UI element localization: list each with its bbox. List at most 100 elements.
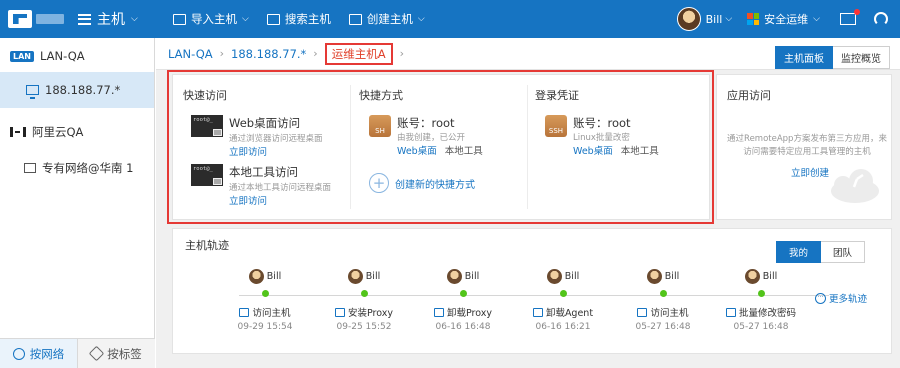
timeline-event[interactable]: Bill 批量修改密码 05-27 16:48 <box>721 269 801 332</box>
event-action: 访问主机 <box>650 308 689 319</box>
terminal-text: root@_ <box>193 166 213 172</box>
filter-mine[interactable]: 我的 <box>776 241 822 263</box>
event-action: 安装Proxy <box>347 308 394 319</box>
event-time: 05-27 16:48 <box>635 322 691 332</box>
network-icon <box>334 307 345 317</box>
aliyun-label: 阿里云QA <box>32 125 84 139</box>
app-logo[interactable] <box>0 0 68 38</box>
event-user: Bill <box>664 271 680 282</box>
chevron-down-icon: ⌵ <box>417 14 425 24</box>
create-shortcut-button[interactable]: + 创建新的快捷方式 <box>369 173 475 193</box>
shell-icon: SH <box>369 115 391 137</box>
globe-icon <box>12 347 25 360</box>
credential-web-desktop-link[interactable]: Web桌面 <box>573 143 613 157</box>
tree-node-lan-qa[interactable]: LAN LAN-QA <box>0 40 154 72</box>
quick-access-title: 快速访问 <box>183 89 227 102</box>
status-dot <box>459 290 467 297</box>
tab-host-panel[interactable]: 主机面板 <box>775 46 833 69</box>
timeline-event[interactable]: Bill 安装Proxy 09-25 15:52 <box>324 269 404 332</box>
shortcuts-title: 快捷方式 <box>359 89 403 102</box>
chevron-right-icon: › <box>313 47 318 60</box>
breadcrumb: LAN-QA › 188.188.77.* › 运维主机A › 主机面板 监控概… <box>156 38 900 70</box>
tab-by-network-label: 按网络 <box>29 346 65 361</box>
monitor-icon <box>239 307 250 317</box>
timeline-event[interactable]: Bill 访问主机 09-29 15:54 <box>225 269 305 332</box>
terminal-text: root@_ <box>193 117 213 123</box>
credential-local-tool-link[interactable]: 本地工具 <box>621 143 659 157</box>
main-menu-toggle[interactable]: 主机 ⌵ <box>78 9 138 29</box>
search-host-button[interactable]: 搜索主机 <box>266 11 331 27</box>
tab-by-network[interactable]: 按网络 <box>0 339 77 368</box>
ops-label: 安全运维 <box>764 13 809 26</box>
create-host-icon <box>348 13 362 25</box>
credentials-title: 登录凭证 <box>535 89 579 102</box>
status-dot <box>360 290 368 297</box>
monitor-icon <box>637 307 648 317</box>
web-desktop-access: root@_ Web桌面访问 通过浏览器访问远程桌面 立即访问 <box>191 115 323 158</box>
more-track-link[interactable]: ··· 更多轨迹 <box>815 291 867 305</box>
tree-node-host-selected[interactable]: 188.188.77.* <box>0 72 154 108</box>
home-icon <box>532 307 543 317</box>
tab-by-tag[interactable]: 按标签 <box>77 339 155 368</box>
main-content: LAN-QA › 188.188.77.* › 运维主机A › 主机面板 监控概… <box>156 38 900 368</box>
view-tabs: 主机面板 监控概览 <box>775 46 890 69</box>
search-host-icon <box>266 13 280 25</box>
create-shortcut-label: 创建新的快捷方式 <box>395 179 475 191</box>
breadcrumb-current[interactable]: 运维主机A <box>324 42 393 65</box>
divider <box>350 85 351 209</box>
chevron-right-icon: › <box>399 47 404 60</box>
credential-item: SSH 账号：root Linux批量改密 Web桌面 本地工具 <box>545 115 659 157</box>
tag-icon <box>88 345 105 362</box>
chevron-down-icon: ⌵ <box>813 14 820 24</box>
search-host-label: 搜索主机 <box>284 12 331 26</box>
shortcut-account: 账号：root <box>397 116 455 130</box>
lan-label: LAN-QA <box>39 49 85 63</box>
credential-account: 账号：root <box>573 116 631 130</box>
event-time: 09-25 15:52 <box>336 322 392 332</box>
event-time: 05-27 16:48 <box>733 322 789 332</box>
vpc-icon <box>24 163 36 173</box>
web-desktop-access-link[interactable]: 立即访问 <box>229 144 323 158</box>
shortcut-web-desktop-link[interactable]: Web桌面 <box>397 143 437 157</box>
track-title: 主机轨迹 <box>185 239 229 252</box>
credentials-section: 登录凭证 <box>535 87 579 103</box>
shortcut-local-tool-link[interactable]: 本地工具 <box>445 143 483 157</box>
track-filter: 我的 团队 <box>776 241 866 263</box>
host-track-panel: 主机轨迹 我的 团队 Bill 访问主机 09-29 15:54 Bill 安装… <box>172 228 892 354</box>
monitor-icon <box>213 178 222 185</box>
user-menu[interactable]: Bill ⌵ <box>706 13 733 26</box>
tree-node-vpc[interactable]: 专有网络@华南 1 <box>0 152 154 184</box>
mail-icon[interactable] <box>840 9 860 25</box>
user-avatar[interactable] <box>676 7 701 31</box>
status-dot <box>559 290 567 297</box>
headset-icon[interactable] <box>874 12 888 26</box>
ops-menu[interactable]: 安全运维 ⌵ <box>747 11 820 27</box>
create-host-label: 创建主机 <box>366 12 413 26</box>
event-user: Bill <box>762 271 778 282</box>
network-icon <box>433 307 444 317</box>
terminal-icon: root@_ <box>191 164 223 186</box>
create-host-button[interactable]: 创建主机 ⌵ <box>348 11 425 27</box>
tab-monitor-overview[interactable]: 监控概览 <box>833 46 890 69</box>
breadcrumb-item-host[interactable]: 188.188.77.* <box>231 47 306 61</box>
breadcrumb-item-lan[interactable]: LAN-QA <box>168 47 213 61</box>
hamburger-icon <box>78 13 91 25</box>
ssh-icon: SSH <box>545 115 567 137</box>
user-name: Bill <box>705 12 723 26</box>
top-navbar: 主机 ⌵ 导入主机 ⌵ 搜索主机 创建主机 ⌵ Bill ⌵ 安全运维 ⌵ <box>0 0 900 38</box>
filter-team[interactable]: 团队 <box>821 241 866 263</box>
timeline-event[interactable]: Bill 卸载Agent 06-16 16:21 <box>523 269 603 332</box>
timeline-event[interactable]: Bill 访问主机 05-27 16:48 <box>623 269 703 332</box>
status-dot <box>261 290 269 297</box>
tree-node-aliyun[interactable]: 阿里云QA <box>0 116 154 148</box>
local-tool-access-link[interactable]: 立即访问 <box>229 193 331 207</box>
logo-icon <box>8 10 32 28</box>
event-action: 卸载Proxy <box>446 308 493 319</box>
local-tool-access: root@_ 本地工具访问 通过本地工具访问远程桌面 立即访问 <box>191 164 331 207</box>
timeline-event[interactable]: Bill 卸载Proxy 06-16 16:48 <box>423 269 503 332</box>
event-user: Bill <box>266 271 282 282</box>
import-host-button[interactable]: 导入主机 ⌵ <box>173 11 249 27</box>
monitor-icon <box>213 129 222 136</box>
host-actions-panel: 快速访问 root@_ Web桌面访问 通过浏览器访问远程桌面 立即访问 roo… <box>172 74 710 220</box>
credential-desc: Linux批量改密 <box>573 133 630 143</box>
